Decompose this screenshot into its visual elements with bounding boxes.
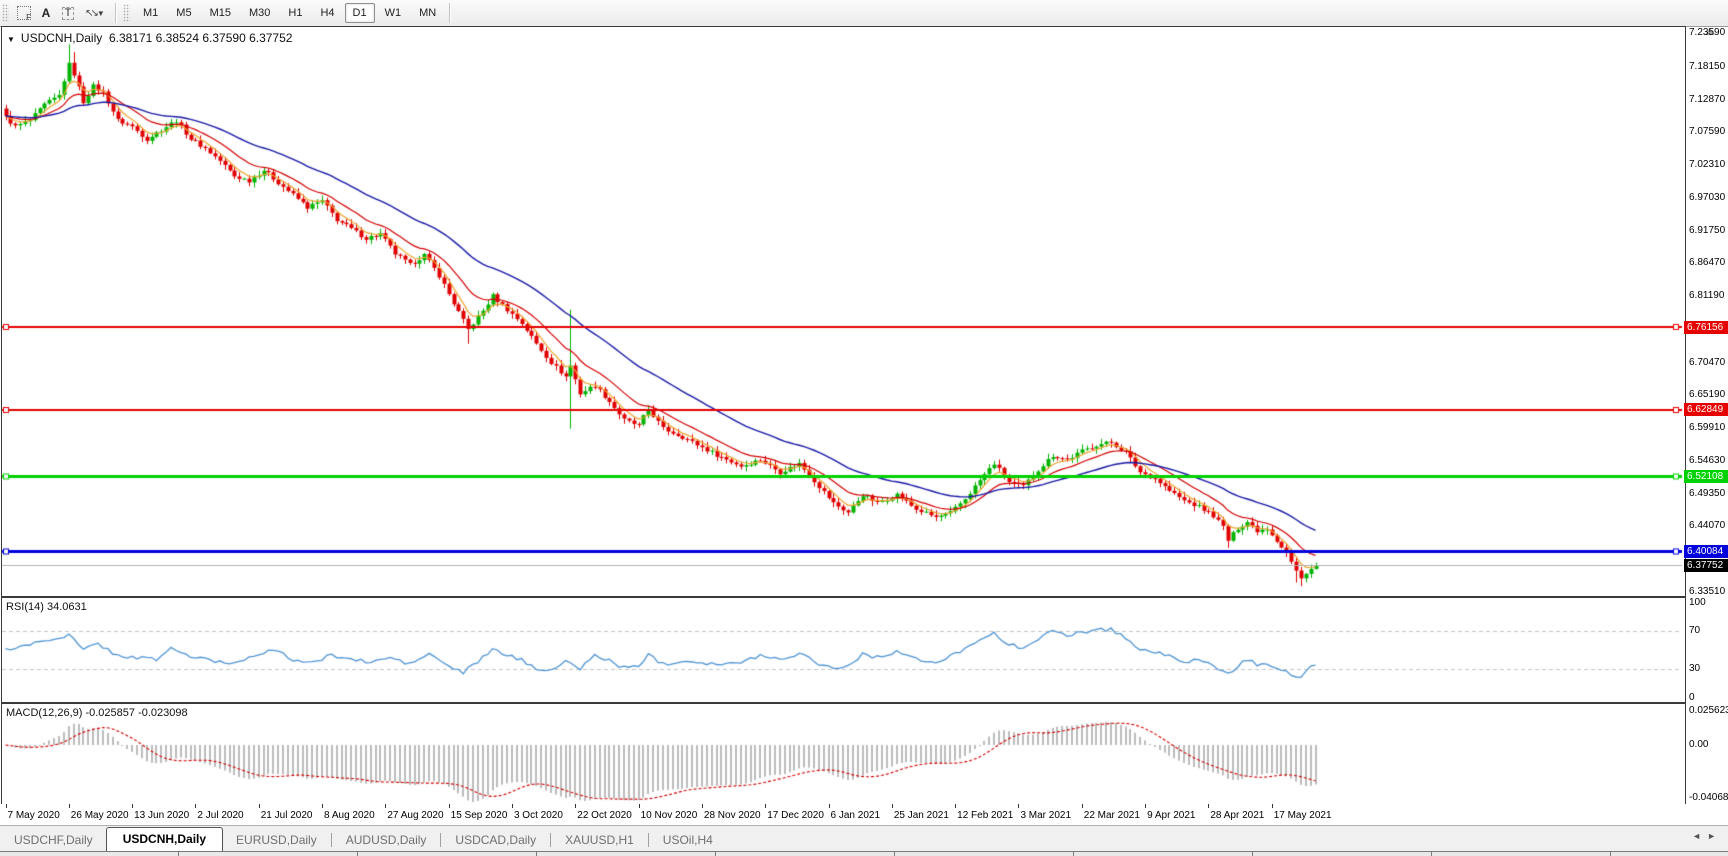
rsi-indicator-label: RSI(14) 34.0631: [6, 601, 87, 613]
rsi-tick-label: 70: [1689, 625, 1701, 636]
date-label: 28 Apr 2021: [1210, 810, 1265, 821]
macd-tick-label: 0.025623: [1689, 704, 1728, 716]
price-tick-label: 6.97030: [1689, 191, 1726, 203]
price-tick-label: 6.33510: [1689, 585, 1726, 597]
date-label: 6 Jan 2021: [830, 810, 881, 821]
date-label: 2 Jul 2020: [197, 810, 244, 821]
date-label: 9 Apr 2021: [1147, 810, 1196, 821]
date-tick-mark: [891, 804, 893, 808]
current-price-label: 6.37752: [1684, 559, 1728, 572]
macd-indicator-label: MACD(12,26,9) -0.025857 -0.023098: [6, 707, 188, 719]
trading-terminal: F A T ↖↘ ▼ M1M5M15M30H1H4D1W1MN ▼USDCNH,…: [0, 0, 1728, 856]
date-tick-mark: [828, 804, 830, 808]
date-tick-mark: [1271, 804, 1273, 808]
date-tick-mark: [955, 804, 957, 808]
macd-tick-label: 0.00: [1689, 739, 1709, 750]
date-label: 7 May 2020: [7, 810, 60, 821]
chart-tab-usdcad[interactable]: USDCAD,Daily: [441, 829, 550, 852]
date-tick-mark: [765, 804, 767, 808]
rsi-tick-label: 100: [1689, 596, 1706, 608]
chart-ohlc-values: 6.38171 6.38524 6.37590 6.37752: [108, 31, 293, 45]
chart-symbol: USDCNH,Daily: [20, 31, 103, 45]
chart-title-caret-icon[interactable]: ▼: [7, 35, 15, 44]
date-tick-mark: [1208, 804, 1210, 808]
date-tick-mark: [5, 804, 7, 808]
chart-tab-eurusd[interactable]: EURUSD,Daily: [222, 829, 331, 852]
chart-tab-bar: USDCHF,Daily USDCNH,Daily EURUSD,Daily AUDU…: [0, 825, 1728, 852]
date-label: 26 May 2020: [70, 810, 129, 821]
terminal-panel-edge: [0, 851, 1728, 856]
date-tick-mark: [638, 804, 640, 808]
date-label: 13 Jun 2020: [134, 810, 190, 821]
date-tick-mark: [1145, 804, 1147, 808]
date-label: 10 Nov 2020: [640, 810, 698, 821]
chart-tab-usdcnh[interactable]: USDCNH,Daily: [105, 827, 224, 852]
date-label: 8 Aug 2020: [324, 810, 375, 821]
price-tick-label: 7.18150: [1689, 60, 1726, 72]
date-label: 17 May 2021: [1273, 810, 1332, 821]
price-tick-label: 6.54630: [1689, 454, 1726, 466]
price-tick-label: 6.70470: [1689, 356, 1726, 368]
tab-nav-arrows[interactable]: ◄►: [1692, 831, 1722, 841]
price-tick-label: 7.23590: [1689, 27, 1726, 38]
chart-tab-usoil[interactable]: USOil,H4: [649, 829, 727, 852]
price-tick-label: 7.02310: [1689, 159, 1726, 170]
date-label: 3 Mar 2021: [1020, 810, 1072, 821]
chart-tab-audusd[interactable]: AUDUSD,Daily: [332, 829, 441, 852]
date-label: 3 Oct 2020: [513, 810, 563, 821]
hline-price-label[interactable]: 6.76156: [1684, 321, 1728, 334]
date-tick-mark: [322, 804, 324, 808]
date-label: 22 Mar 2021: [1083, 810, 1140, 821]
date-label: 21 Jul 2020: [260, 810, 313, 821]
price-tick-label: 6.86470: [1689, 257, 1726, 269]
date-tick-mark: [575, 804, 577, 808]
chart-tab-xauusd[interactable]: XAUUSD,H1: [551, 829, 648, 852]
tab-prev-icon[interactable]: ◄: [1692, 831, 1707, 841]
price-tick-label: 6.49350: [1689, 487, 1726, 499]
date-label: 12 Feb 2021: [957, 810, 1014, 821]
date-tick-mark: [195, 804, 197, 808]
price-tick-label: 7.07590: [1689, 126, 1726, 138]
rsi-tick-label: 0: [1689, 691, 1695, 703]
price-tick-label: 6.59910: [1689, 422, 1726, 434]
date-label: 17 Dec 2020: [767, 810, 824, 821]
chart-title: ▼ USDCNH,Daily 6.38171 6.38524 6.37590 6.…: [7, 31, 292, 45]
date-label: 27 Aug 2020: [387, 810, 444, 821]
hline-price-label[interactable]: 6.62849: [1684, 403, 1728, 416]
price-tick-label: 6.44070: [1689, 520, 1726, 532]
hline-price-label[interactable]: 6.40084: [1684, 545, 1728, 558]
date-axis: 7 May 2020 26 May 2020 13 Jun 2020 2 Jul 20…: [0, 804, 1728, 825]
date-label: 22 Oct 2020: [577, 810, 632, 821]
price-tick-label: 7.12870: [1689, 93, 1726, 105]
date-label: 25 Jan 2021: [893, 810, 949, 821]
date-tick-mark: [701, 804, 703, 808]
chart-tab-usdchf[interactable]: USDCHF,Daily: [0, 829, 107, 852]
date-tick-mark: [68, 804, 70, 808]
date-tick-mark: [1081, 804, 1083, 808]
candlestick-chart-canvas[interactable]: [0, 0, 1728, 856]
price-tick-label: 6.65190: [1689, 389, 1726, 401]
price-tick-label: 6.91750: [1689, 224, 1726, 236]
tab-next-icon[interactable]: ►: [1707, 831, 1722, 841]
date-label: 28 Nov 2020: [703, 810, 761, 821]
date-tick-mark: [1018, 804, 1020, 808]
hline-price-label[interactable]: 6.52108: [1684, 470, 1728, 483]
rsi-tick-label: 30: [1689, 663, 1701, 674]
date-tick-mark: [448, 804, 450, 808]
date-tick-mark: [511, 804, 513, 808]
date-tick-mark: [385, 804, 387, 808]
price-tick-label: 6.81190: [1689, 290, 1725, 302]
date-tick-mark: [258, 804, 260, 808]
date-tick-mark: [132, 804, 134, 808]
date-label: 15 Sep 2020: [450, 810, 508, 821]
macd-tick-label: -0.040687: [1689, 792, 1728, 803]
